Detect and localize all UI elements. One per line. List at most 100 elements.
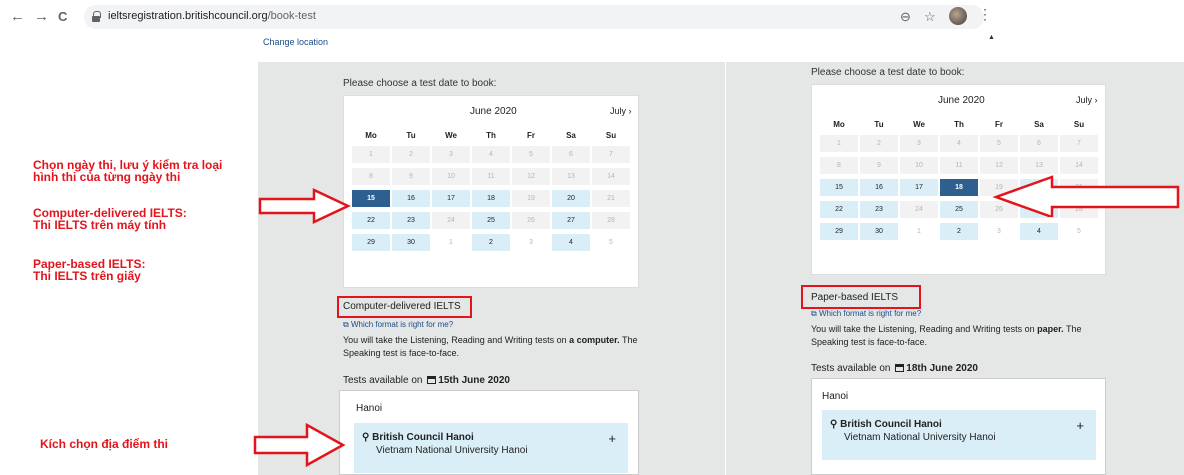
calendar-day: 1 — [352, 146, 390, 163]
tests-available-label: Tests available on 15th June 2020 — [343, 375, 510, 386]
profile-avatar[interactable] — [949, 7, 967, 25]
map-pin-icon: ⚲ — [830, 419, 838, 430]
calendar-day-header: Fr — [527, 131, 535, 140]
calendar-day: 5 — [512, 146, 550, 163]
calendar-day[interactable]: 15 — [352, 190, 390, 207]
venue-card[interactable]: ⚲ British Council Hanoi Vietnam National… — [822, 410, 1096, 460]
address-bar[interactable]: ieltsregistration.britishcouncil.org/boo… — [84, 5, 984, 29]
forward-icon[interactable]: → — [34, 8, 49, 25]
calendar-day-header: Su — [1073, 120, 1085, 129]
calendar-day[interactable]: 2 — [472, 234, 510, 251]
venue-subtitle: Vietnam National University Hanoi — [844, 432, 996, 443]
calendar-day[interactable]: 4 — [1020, 223, 1058, 240]
calendar-day[interactable]: 4 — [552, 234, 590, 251]
calendar-day: 11 — [940, 157, 978, 174]
highlight-box — [801, 285, 921, 309]
next-month-button[interactable]: July › — [610, 106, 632, 116]
calendar-day[interactable]: 18 — [940, 179, 978, 196]
url-text: ieltsregistration.britishcouncil.org/boo… — [108, 10, 316, 22]
arrow-right-icon — [253, 423, 346, 467]
calendar-day-header: Fr — [995, 120, 1003, 129]
calendar-icon — [895, 364, 905, 372]
calendar-day: 9 — [392, 168, 430, 185]
calendar-day: 13 — [1020, 157, 1058, 174]
calendar-day[interactable]: 25 — [472, 212, 510, 229]
browser-menu-icon[interactable]: ⋮ — [978, 6, 992, 23]
calendar-day: 5 — [592, 234, 630, 251]
format-help-link[interactable]: ⧉ Which format is right for me? — [343, 320, 453, 330]
calendar-day: 3 — [980, 223, 1018, 240]
calendar-day[interactable]: 25 — [940, 201, 978, 218]
calendar-day: 12 — [512, 168, 550, 185]
location-box: Hanoi ⚲ British Council Hanoi Vietnam Na… — [339, 390, 639, 475]
zoom-icon[interactable]: ⊖ — [900, 9, 911, 25]
calendar-day: 12 — [980, 157, 1018, 174]
calendar-month-title: June 2020 — [938, 95, 985, 106]
location-box: Hanoi ⚲ British Council Hanoi Vietnam Na… — [811, 378, 1106, 475]
map-pin-icon: ⚲ — [362, 432, 370, 443]
calendar-day[interactable]: 29 — [820, 223, 858, 240]
reload-icon[interactable]: C — [58, 9, 67, 24]
calendar-day: 2 — [860, 135, 898, 152]
calendar-day[interactable]: 30 — [860, 223, 898, 240]
calendar-day: 1 — [820, 135, 858, 152]
calendar-day: 4 — [472, 146, 510, 163]
calendar-day-header: We — [445, 131, 457, 140]
expand-plus-icon[interactable]: + — [608, 431, 616, 446]
calendar-day: 1 — [432, 234, 470, 251]
highlight-box — [337, 296, 472, 318]
venue-name: ⚲ British Council Hanoi — [830, 419, 942, 430]
bookmark-star-icon[interactable]: ☆ — [924, 9, 936, 25]
annotation-choose-venue: Kích chọn địa điểm thi — [40, 437, 169, 451]
calendar-day[interactable]: 29 — [352, 234, 390, 251]
venue-name: ⚲ British Council Hanoi — [362, 432, 474, 443]
calendar-day-header: Mo — [833, 120, 845, 129]
calendar-day[interactable]: 23 — [392, 212, 430, 229]
calendar-day[interactable]: 15 — [820, 179, 858, 196]
calendar-day: 21 — [592, 190, 630, 207]
calendar-day-header: Tu — [874, 120, 884, 129]
arrow-left-icon — [992, 175, 1180, 217]
venue-subtitle: Vietnam National University Hanoi — [376, 445, 528, 456]
calendar-day: 5 — [1060, 223, 1098, 240]
expand-plus-icon[interactable]: + — [1076, 418, 1084, 433]
calendar-day: 26 — [512, 212, 550, 229]
calendar-day[interactable]: 20 — [552, 190, 590, 207]
calendar-day: 3 — [432, 146, 470, 163]
scroll-up-icon[interactable]: ▲ — [988, 34, 995, 41]
calendar-day: 6 — [552, 146, 590, 163]
calendar-day[interactable]: 2 — [940, 223, 978, 240]
tests-available-label: Tests available on 18th June 2020 — [811, 363, 978, 374]
calendar-day[interactable]: 22 — [820, 201, 858, 218]
choose-date-text: Please choose a test date to book: — [811, 67, 965, 78]
calendar-day: 13 — [552, 168, 590, 185]
calendar-day: 8 — [820, 157, 858, 174]
calendar-day[interactable]: 23 — [860, 201, 898, 218]
calendar-day: 28 — [592, 212, 630, 229]
change-location-link[interactable]: Change location — [263, 37, 328, 47]
calendar-day: 2 — [392, 146, 430, 163]
annotation-paper: Paper-based IELTS: Thi IELTS trên giấy — [33, 257, 146, 283]
next-month-button[interactable]: July › — [1076, 95, 1098, 105]
calendar-day[interactable]: 18 — [472, 190, 510, 207]
venue-card[interactable]: ⚲ British Council Hanoi Vietnam National… — [354, 423, 628, 473]
calendar-icon — [427, 376, 437, 384]
lock-icon — [92, 11, 101, 22]
calendar-day-header: Sa — [566, 131, 576, 140]
calendar-day[interactable]: 16 — [392, 190, 430, 207]
calendar-day[interactable]: 16 — [860, 179, 898, 196]
calendar-day-header: Mo — [365, 131, 377, 140]
arrow-right-icon — [258, 188, 351, 224]
browser-toolbar: ← → C ieltsregistration.britishcouncil.o… — [0, 0, 1184, 32]
calendar-day: 11 — [472, 168, 510, 185]
calendar-day: 3 — [512, 234, 550, 251]
calendar-day[interactable]: 27 — [552, 212, 590, 229]
calendar-day-header: Th — [954, 120, 964, 129]
calendar-day[interactable]: 17 — [900, 179, 938, 196]
calendar-day: 24 — [900, 201, 938, 218]
calendar-day[interactable]: 30 — [392, 234, 430, 251]
format-help-link[interactable]: ⧉ Which format is right for me? — [811, 309, 921, 319]
back-icon[interactable]: ← — [10, 8, 25, 25]
calendar-day[interactable]: 17 — [432, 190, 470, 207]
calendar-day[interactable]: 22 — [352, 212, 390, 229]
